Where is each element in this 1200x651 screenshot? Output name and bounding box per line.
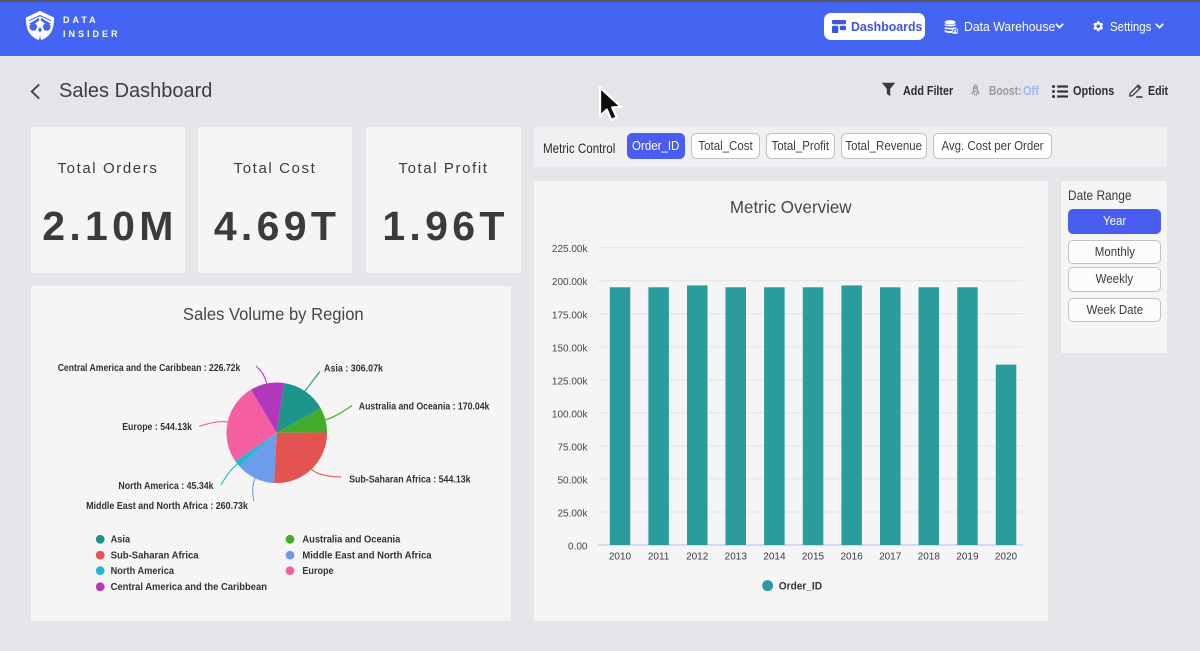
svg-text:2020: 2020 [995, 552, 1018, 563]
svg-text:North America: North America [111, 566, 175, 577]
svg-text:175.00k: 175.00k [552, 310, 589, 321]
svg-text:125.00k: 125.00k [552, 376, 589, 387]
svg-text:2010: 2010 [609, 552, 632, 563]
svg-text:2011: 2011 [648, 552, 670, 563]
svg-text:Order_ID: Order_ID [779, 581, 822, 593]
svg-text:Sub-Saharan Africa: Sub-Saharan Africa [111, 551, 200, 562]
svg-text:2014: 2014 [763, 552, 786, 563]
svg-text:25.00k: 25.00k [557, 509, 588, 520]
svg-text:225.00k: 225.00k [552, 244, 589, 255]
svg-text:2013: 2013 [725, 552, 748, 563]
svg-text:Australia and Oceania: Australia and Oceania [302, 535, 400, 546]
svg-text:Sub-Saharan Africa : 544.13k: Sub-Saharan Africa : 544.13k [349, 475, 471, 486]
svg-text:Australia and Oceania : 170.04: Australia and Oceania : 170.04k [359, 401, 490, 412]
svg-text:150.00k: 150.00k [552, 343, 589, 354]
svg-text:Asia: Asia [111, 535, 131, 546]
svg-text:Central America and the Caribb: Central America and the Caribbean [111, 582, 267, 593]
svg-text:2019: 2019 [956, 552, 979, 563]
svg-text:North America : 45.34k: North America : 45.34k [118, 481, 214, 492]
svg-text:200.00k: 200.00k [552, 277, 589, 288]
svg-text:0.00: 0.00 [568, 542, 588, 553]
svg-text:100.00k: 100.00k [552, 409, 589, 420]
svg-text:2012: 2012 [686, 552, 709, 563]
svg-text:75.00k: 75.00k [557, 442, 588, 453]
svg-text:Europe : 544.13k: Europe : 544.13k [122, 422, 192, 433]
svg-text:Middle East and North Africa: Middle East and North Africa [302, 551, 432, 562]
svg-text:2016: 2016 [840, 552, 863, 563]
svg-text:2018: 2018 [918, 552, 941, 563]
svg-text:2017: 2017 [879, 552, 902, 563]
svg-text:Middle East and North Africa :: Middle East and North Africa : 260.73k [86, 501, 248, 512]
svg-text:50.00k: 50.00k [557, 475, 588, 486]
svg-text:2015: 2015 [802, 552, 825, 563]
svg-text:Europe: Europe [302, 566, 334, 577]
svg-text:Asia : 306.07k: Asia : 306.07k [324, 363, 384, 374]
svg-text:Central America and the Caribb: Central America and the Caribbean : 226.… [58, 363, 241, 374]
